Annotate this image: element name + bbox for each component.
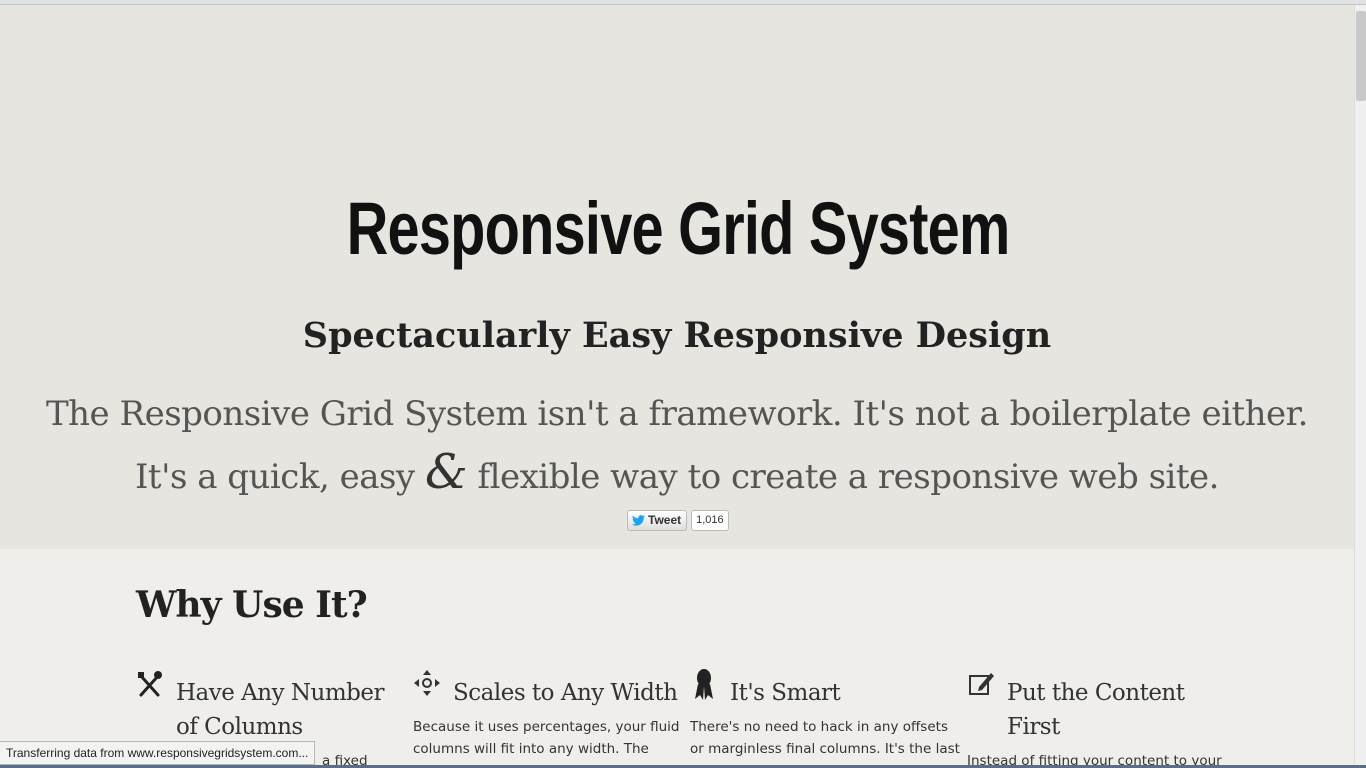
browser-status-bar: Transferring data from www.responsivegri…: [0, 741, 316, 765]
tweet-widget: Tweet 1,016: [627, 509, 729, 531]
feature-header: Scales to Any Width: [413, 668, 683, 710]
feature-scales: Scales to Any Width Because it uses perc…: [413, 668, 683, 760]
feature-header: Put the Content First: [967, 668, 1237, 744]
edit-pencil-icon: [969, 673, 994, 695]
feature-header: It's Smart: [690, 668, 960, 710]
feature-title: It's Smart: [730, 680, 841, 706]
tweet-count[interactable]: 1,016: [691, 509, 729, 531]
intro-line-2-start: It's a quick, easy: [135, 457, 415, 497]
tweet-button-label: Tweet: [648, 513, 682, 527]
intro-text: The Responsive Grid System isn't a frame…: [0, 385, 1354, 506]
intro-line-1: The Responsive Grid System isn't a frame…: [45, 394, 1309, 434]
intro-line-2: It's a quick, easy & flexible way to cre…: [0, 443, 1354, 506]
hero-section: Responsive Grid System Spectacularly Eas…: [0, 5, 1354, 549]
scrollbar-thumb[interactable]: [1356, 11, 1366, 101]
ampersand-glyph: &: [424, 444, 468, 500]
feature-text: There's no need to hack in any offsets o…: [690, 719, 960, 757]
page-subtitle: Spectacularly Easy Responsive Design: [302, 315, 1052, 356]
feature-header: Have Any Number of Columns: [136, 668, 406, 744]
feature-title: Scales to Any Width: [453, 680, 678, 706]
tweet-button[interactable]: Tweet: [627, 509, 688, 531]
move-arrows-icon: [414, 670, 440, 696]
feature-text: Because it uses percentages, your fluid …: [413, 719, 680, 757]
why-section-title: Why Use It?: [136, 584, 368, 626]
award-ribbon-icon: [695, 669, 713, 700]
tools-icon: [138, 671, 162, 697]
feature-title: Put the Content First: [1007, 680, 1185, 740]
vertical-scrollbar[interactable]: [1354, 5, 1366, 768]
feature-title: Have Any Number of Columns: [176, 680, 385, 740]
intro-line-2-end: flexible way to create a responsive web …: [477, 457, 1219, 497]
page-title: Responsive Grid System: [346, 187, 1011, 270]
feature-smart: It's Smart There's no need to hack in an…: [690, 668, 960, 760]
twitter-bird-icon: [632, 514, 645, 526]
status-text: Transferring data from www.responsivegri…: [6, 746, 309, 760]
feature-content-first: Put the Content First Instead of fitting…: [967, 668, 1237, 768]
